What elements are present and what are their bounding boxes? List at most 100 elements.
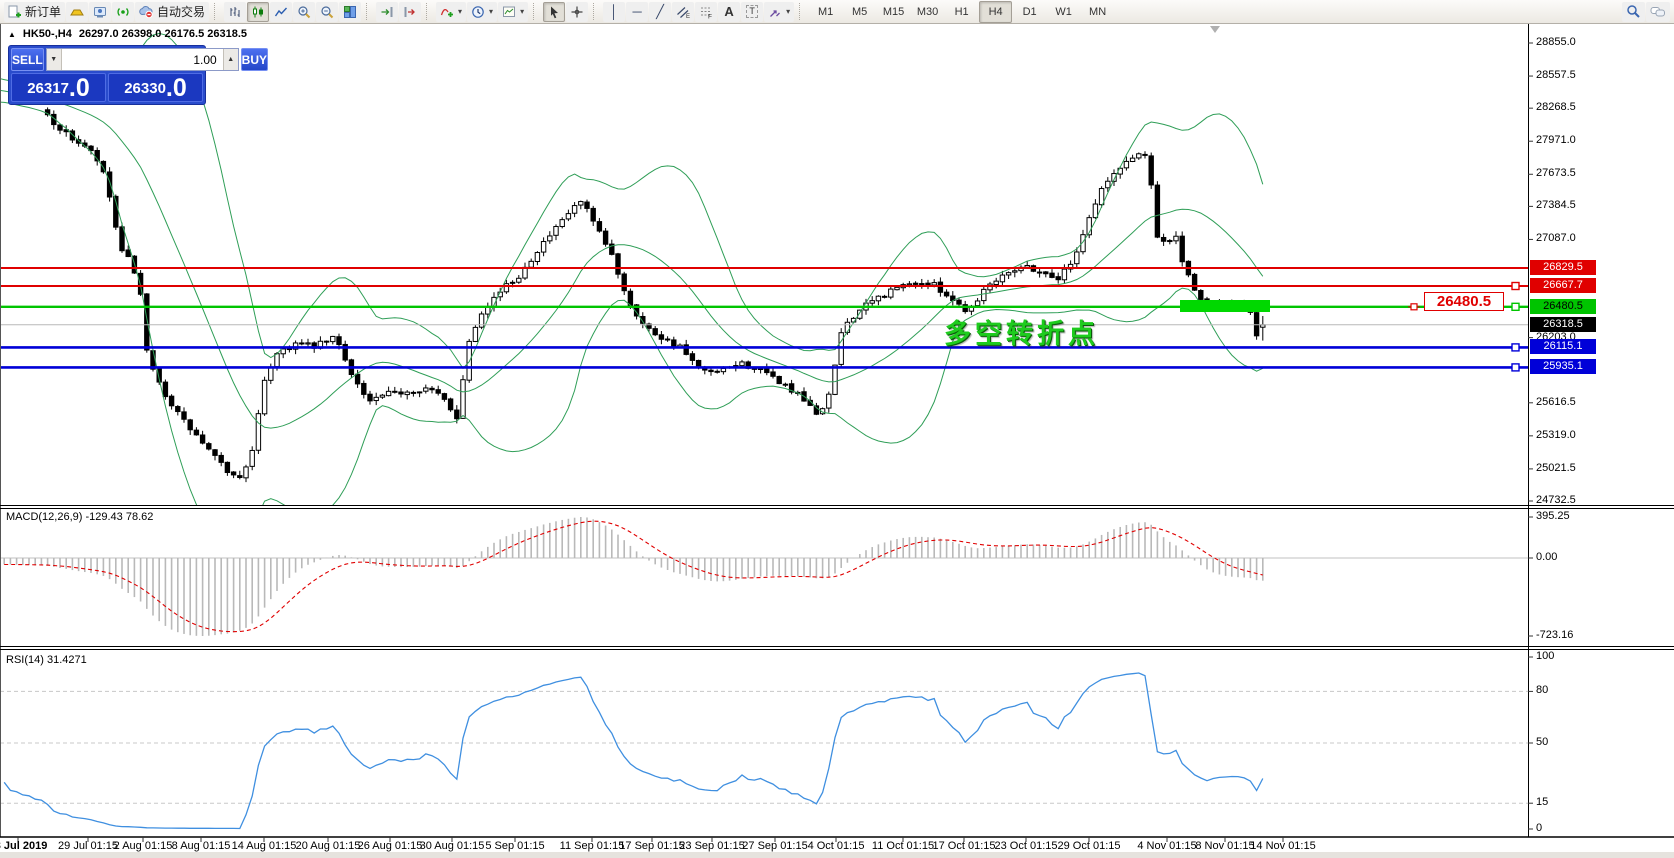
price-level-badge: 26667.7	[1530, 278, 1596, 293]
candlestick-chart-icon	[251, 5, 265, 19]
equidistant-channel-icon: E	[676, 5, 690, 19]
time-axis-label: 5 Sep 01:15	[485, 840, 545, 852]
toolbar-separator	[593, 3, 598, 20]
price-axis-tick: 25616.5	[1536, 395, 1576, 408]
price-axis-tick: 27087.0	[1536, 232, 1576, 245]
gold-bar-icon	[70, 5, 84, 19]
signal-button[interactable]	[112, 1, 135, 22]
chevron-down-icon: ▾	[520, 7, 525, 16]
horizontal-line-button[interactable]: ─	[626, 1, 649, 22]
sell-button[interactable]: SELL	[11, 48, 44, 71]
crosshair-button[interactable]	[566, 1, 589, 22]
vertical-line-icon: │	[610, 4, 619, 19]
zoom-out-button[interactable]	[316, 1, 339, 22]
chevron-down-icon: ▾	[489, 7, 494, 16]
timeframe-h1[interactable]: H1	[945, 1, 978, 23]
time-axis-label: 8 Aug 01:15	[171, 840, 231, 852]
text-icon: A	[724, 4, 734, 19]
sell-price-main: 26317	[27, 80, 69, 97]
time-axis-label: 14 Nov 01:15	[1250, 840, 1316, 852]
timeframe-m30[interactable]: M30	[911, 1, 944, 23]
collapse-panel-arrow[interactable]: ▲	[8, 30, 16, 39]
new-order-button[interactable]: 新订单	[4, 1, 66, 22]
time-axis-label: 17 Oct 01:15	[932, 840, 996, 852]
line-chart-button[interactable]	[270, 1, 293, 22]
buy-price-button[interactable]: 26330.0	[108, 73, 203, 102]
trendline-button[interactable]: ╱	[649, 1, 672, 22]
time-axis-label: 29 Oct 01:15	[1057, 840, 1121, 852]
ohlc-values: 26297.0 26398.0 26176.5 26318.5	[78, 28, 248, 40]
autotrade-button[interactable]: 自动交易	[135, 1, 210, 22]
text-tool-button[interactable]: A	[718, 1, 741, 22]
arrows-icon	[768, 5, 782, 19]
community-button[interactable]	[89, 1, 112, 22]
candlestick-chart[interactable]	[0, 0, 1674, 858]
signal-icon	[116, 5, 130, 19]
text-label-icon: T	[746, 5, 758, 18]
price-level-badge: 26318.5	[1530, 316, 1596, 332]
arrows-button[interactable]: ▾	[764, 1, 795, 22]
bar-chart-button[interactable]	[224, 1, 247, 22]
timeframe-m1[interactable]: M1	[809, 1, 842, 23]
time-axis-label: 14 Aug 01:15	[231, 840, 297, 852]
gold-bar-button[interactable]	[66, 1, 89, 22]
zoom-in-button[interactable]	[293, 1, 316, 22]
line-chart-icon	[274, 5, 288, 19]
chart-title: ▲ HK50-,H4 26297.0 26398.0 26176.5 26318…	[8, 28, 247, 40]
vertical-line-button[interactable]: │	[603, 1, 626, 22]
volume-decrease-button[interactable]: ▼	[46, 49, 62, 70]
indicators-button[interactable]: ▾	[436, 1, 467, 22]
chat-button[interactable]	[1646, 1, 1670, 22]
time-axis-label: 20 Aug 01:15	[295, 840, 361, 852]
tile-windows-button[interactable]	[339, 1, 362, 22]
svg-text:E: E	[686, 14, 690, 19]
chevron-down-icon: ▾	[786, 7, 791, 16]
timeframe-h4[interactable]: H4	[979, 0, 1013, 23]
volume-increase-button[interactable]: ▲	[222, 49, 238, 70]
price-callout-label[interactable]: 26480.5	[1424, 292, 1504, 311]
autotrade-icon	[139, 5, 154, 19]
timeframe-w1[interactable]: W1	[1047, 1, 1080, 23]
timeframe-d1[interactable]: D1	[1013, 1, 1046, 23]
chart-text-annotation[interactable]: 多空转折点	[944, 312, 1099, 351]
time-axis-label: 4 Oct 01:15	[807, 840, 865, 852]
timeframe-mn[interactable]: MN	[1081, 1, 1114, 23]
price-axis-tick: 27384.5	[1536, 199, 1576, 212]
templates-button[interactable]: ▾	[498, 1, 529, 22]
text-label-button[interactable]: T	[741, 1, 764, 22]
equidistant-channel-button[interactable]: E	[672, 1, 695, 22]
timeframe-m5[interactable]: M5	[843, 1, 876, 23]
buy-button[interactable]: BUY	[240, 48, 269, 71]
fibonacci-button[interactable]: F	[695, 1, 718, 22]
time-axis-label: 29 Jul 01:15	[58, 840, 118, 852]
time-axis-label: 23 Oct 01:15	[994, 840, 1058, 852]
zoom-in-icon	[297, 5, 311, 19]
buy-price-main: 26330	[124, 80, 166, 97]
candlestick-chart-button[interactable]	[247, 1, 270, 22]
timeframe-m15[interactable]: M15	[877, 1, 910, 23]
cursor-icon	[547, 5, 561, 19]
toolbar: 新订单 自动交易 ▾ ▾ ▾ │ ─ ╱ E F A T ▾ M1 M5 M15…	[0, 0, 1674, 24]
chevron-down-icon: ▾	[458, 7, 463, 16]
new-order-label: 新订单	[25, 5, 62, 19]
price-axis-tick: 28268.5	[1536, 101, 1576, 114]
search-button[interactable]	[1622, 1, 1645, 22]
time-axis-label: 30 Aug 01:15	[419, 840, 485, 852]
macd-axis-tick: 395.25	[1536, 510, 1570, 522]
search-icon	[1626, 4, 1641, 19]
periods-button[interactable]: ▾	[467, 1, 498, 22]
rsi-indicator-label: RSI(14) 31.4271	[6, 654, 87, 666]
price-axis-tick: 28557.5	[1536, 69, 1576, 82]
toolbar-separator	[799, 3, 804, 20]
clock-icon	[471, 5, 485, 19]
rsi-axis-tick: 0	[1536, 822, 1543, 834]
macd-axis-tick: -723.16	[1536, 629, 1574, 641]
shift-chart-button[interactable]	[399, 1, 422, 22]
time-axis-label: 23 Jul 2019	[0, 840, 48, 852]
auto-scroll-button[interactable]	[376, 1, 399, 22]
volume-input[interactable]	[61, 49, 223, 70]
indicators-icon	[440, 5, 454, 19]
one-click-trading-panel: SELL ▼ ▲ BUY 26317.0 26330.0	[8, 45, 269, 105]
cursor-button[interactable]	[543, 1, 566, 22]
sell-price-button[interactable]: 26317.0	[11, 73, 106, 102]
